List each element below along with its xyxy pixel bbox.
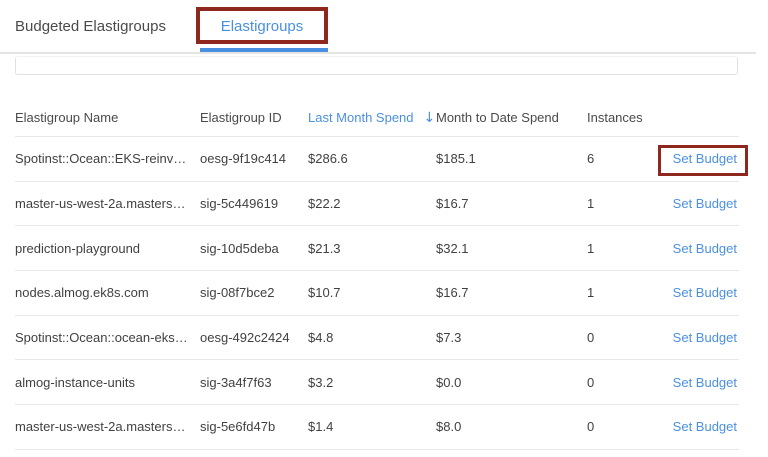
- elastigroup-name-cell: Spotinst::Ocean::EKS-reinv…: [15, 151, 200, 166]
- action-cell: Set Budget: [660, 241, 739, 256]
- last-month-spend-cell: $286.6: [308, 151, 436, 166]
- month-to-date-spend-cell: $0.0: [436, 375, 587, 390]
- sort-descending-icon: ↓: [424, 110, 436, 126]
- set-budget-link[interactable]: Set Budget: [673, 375, 737, 390]
- table-row: almog-instance-units sig-3a4f7f63 $3.2 $…: [15, 360, 739, 405]
- instances-cell: 6: [587, 151, 660, 166]
- instances-cell: 0: [587, 419, 660, 434]
- column-header-last-month-spend[interactable]: Last Month Spend ↓: [308, 110, 436, 126]
- tabbar-divider: [0, 52, 756, 54]
- last-month-spend-cell: $10.7: [308, 285, 436, 300]
- month-to-date-spend-cell: $7.3: [436, 330, 587, 345]
- table-header-row: Elastigroup Name Elastigroup ID Last Mon…: [15, 99, 739, 137]
- month-to-date-spend-cell: $16.7: [436, 285, 587, 300]
- action-cell: Set Budget: [660, 196, 739, 211]
- elastigroup-id-cell: sig-08f7bce2: [200, 285, 308, 300]
- last-month-spend-cell: $21.3: [308, 241, 436, 256]
- tab-budgeted-elastigroups[interactable]: Budgeted Elastigroups: [15, 0, 166, 53]
- elastigroup-id-cell: sig-5e6fd47b: [200, 419, 308, 434]
- instances-cell: 1: [587, 196, 660, 211]
- column-header-month-to-date-spend[interactable]: Month to Date Spend: [436, 110, 587, 125]
- elastigroup-name-cell: Spotinst::Ocean::ocean-eks…: [15, 330, 200, 345]
- set-budget-link[interactable]: Set Budget: [673, 151, 737, 166]
- table-row: nodes.almog.ek8s.com sig-08f7bce2 $10.7 …: [15, 271, 739, 316]
- elastigroup-id-cell: oesg-9f19c414: [200, 151, 308, 166]
- last-month-spend-cell: $22.2: [308, 196, 436, 211]
- last-month-spend-label: Last Month Spend: [308, 110, 414, 125]
- month-to-date-spend-cell: $32.1: [436, 241, 587, 256]
- set-budget-link[interactable]: Set Budget: [673, 196, 737, 211]
- action-cell: Set Budget: [660, 419, 739, 434]
- table-body: Spotinst::Ocean::EKS-reinv… oesg-9f19c41…: [15, 137, 739, 450]
- last-month-spend-cell: $3.2: [308, 375, 436, 390]
- action-cell: Set Budget: [660, 330, 739, 345]
- elastigroup-id-cell: sig-3a4f7f63: [200, 375, 308, 390]
- action-cell: Set Budget: [660, 285, 739, 300]
- set-budget-link[interactable]: Set Budget: [673, 419, 737, 434]
- month-to-date-spend-cell: $8.0: [436, 419, 587, 434]
- table-row: Spotinst::Ocean::ocean-eks… oesg-492c242…: [15, 316, 739, 361]
- column-header-elastigroup-name[interactable]: Elastigroup Name: [15, 110, 200, 125]
- elastigroup-name-cell: almog-instance-units: [15, 375, 200, 390]
- tab-elastigroups[interactable]: Elastigroups: [196, 0, 328, 53]
- column-header-elastigroup-id[interactable]: Elastigroup ID: [200, 110, 308, 125]
- elastigroups-budget-page: Budgeted Elastigroups Elastigroups Elast…: [0, 0, 768, 457]
- table-row: prediction-playground sig-10d5deba $21.3…: [15, 226, 739, 271]
- table-row: Spotinst::Ocean::EKS-reinv… oesg-9f19c41…: [15, 137, 739, 182]
- action-cell: Set Budget: [660, 375, 739, 390]
- instances-cell: 1: [587, 241, 660, 256]
- elastigroup-name-cell: master-us-west-2a.masters…: [15, 419, 200, 434]
- last-month-spend-cell: $1.4: [308, 419, 436, 434]
- filter-input[interactable]: [15, 56, 738, 75]
- table-row: master-us-west-2a.masters… sig-5c449619 …: [15, 182, 739, 227]
- instances-cell: 0: [587, 330, 660, 345]
- set-budget-link[interactable]: Set Budget: [673, 330, 737, 345]
- instances-cell: 0: [587, 375, 660, 390]
- month-to-date-spend-cell: $16.7: [436, 196, 587, 211]
- set-budget-link[interactable]: Set Budget: [673, 285, 737, 300]
- table-row: master-us-west-2a.masters… sig-5e6fd47b …: [15, 405, 739, 450]
- elastigroup-name-cell: prediction-playground: [15, 241, 200, 256]
- column-header-instances[interactable]: Instances: [587, 110, 660, 125]
- elastigroup-id-cell: sig-5c449619: [200, 196, 308, 211]
- elastigroup-name-cell: nodes.almog.ek8s.com: [15, 285, 200, 300]
- elastigroup-id-cell: sig-10d5deba: [200, 241, 308, 256]
- last-month-spend-cell: $4.8: [308, 330, 436, 345]
- action-cell: Set Budget: [660, 151, 739, 166]
- set-budget-link[interactable]: Set Budget: [673, 241, 737, 256]
- elastigroup-id-cell: oesg-492c2424: [200, 330, 308, 345]
- instances-cell: 1: [587, 285, 660, 300]
- elastigroup-name-cell: master-us-west-2a.masters…: [15, 196, 200, 211]
- month-to-date-spend-cell: $185.1: [436, 151, 587, 166]
